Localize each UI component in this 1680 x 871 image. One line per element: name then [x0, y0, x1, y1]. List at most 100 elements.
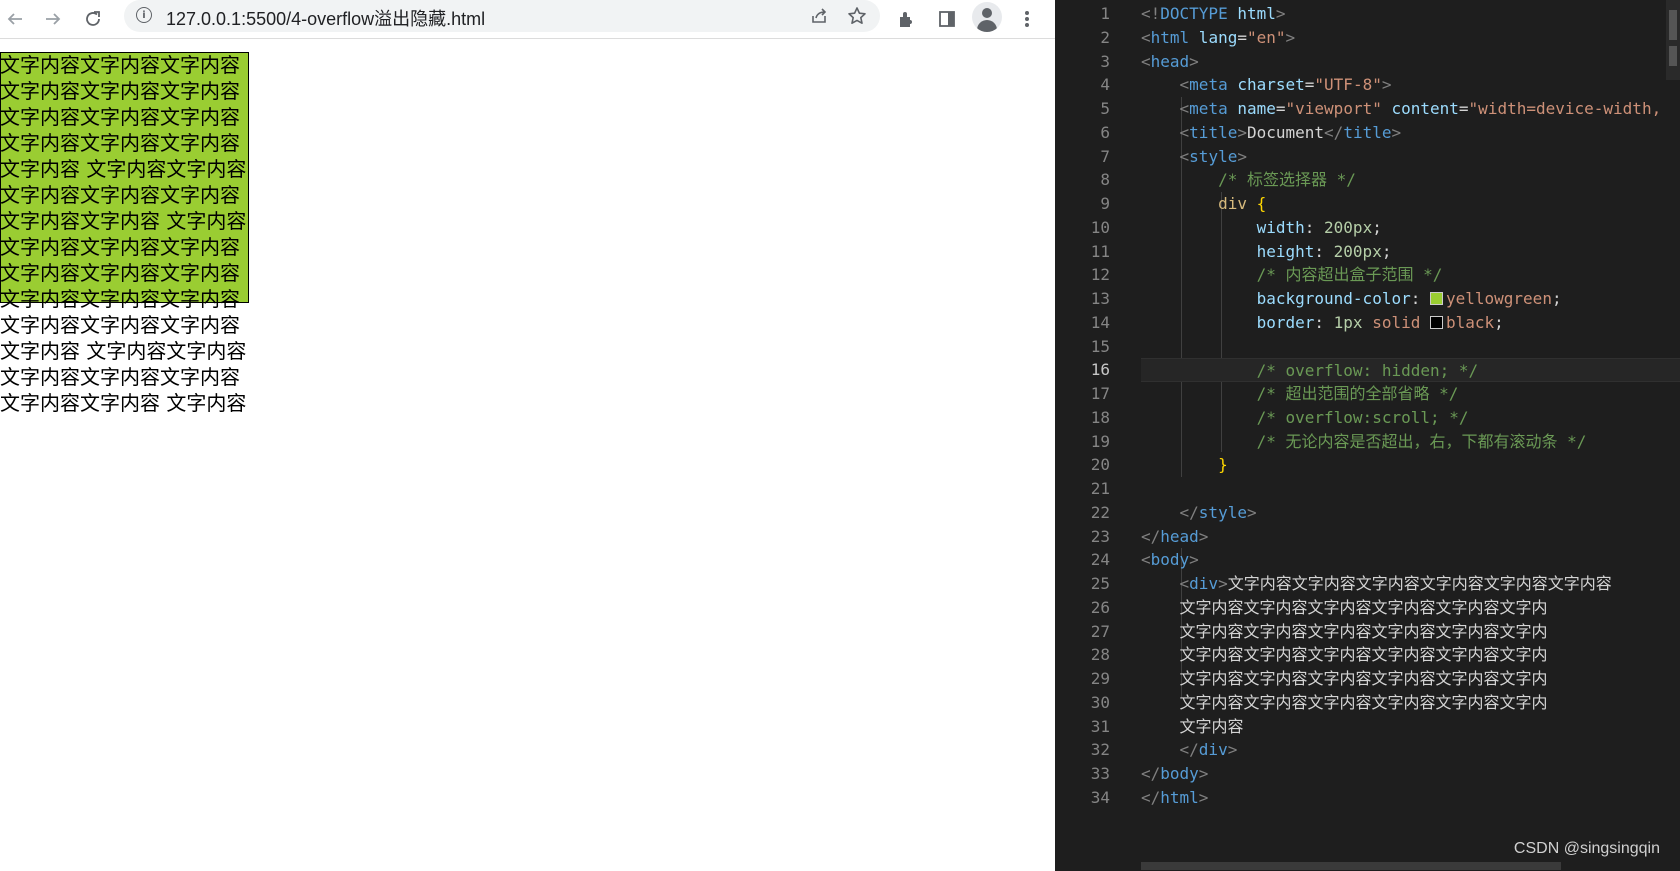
line-number: 31	[1090, 716, 1110, 736]
line-number: 11	[1090, 241, 1110, 261]
side-panel-icon[interactable]	[934, 6, 960, 32]
code-line: background-color: yellowgreen;	[1256, 289, 1562, 308]
forward-arrow-icon[interactable]	[40, 6, 66, 32]
code-line: <body>	[1141, 550, 1199, 570]
line-number: 6	[1100, 122, 1110, 142]
menu-kebab-icon[interactable]	[1014, 6, 1040, 32]
text-line: 文字内容文字内容 文字内容	[0, 209, 247, 233]
watermark: CSDN @singsingqin	[1513, 840, 1660, 857]
line-number: 33	[1090, 764, 1110, 783]
line-number: 24	[1090, 550, 1110, 570]
horizontal-scrollbar[interactable]	[1141, 862, 1561, 870]
code-editor[interactable]: 1 2 3 4 5 6 7 8 9 10 11 12 13 14 15 16 1…	[1055, 0, 1680, 871]
line-number: 10	[1090, 217, 1110, 237]
code-line: <html lang="en">	[1141, 27, 1296, 47]
code-line: <div>文字内容文字内容文字内容文字内容文字内容文字内容	[1179, 574, 1612, 593]
code-line: <meta name="viewport" content="width=dev…	[1179, 99, 1662, 118]
code-line: 文字内容文字内容文字内容文字内容文字内容文字内	[1179, 669, 1548, 688]
line-number: 5	[1100, 99, 1110, 118]
code-line: </div>	[1179, 740, 1238, 760]
browser-toolbar: i 127.0.0.1:5500/4-overflow溢出隐藏.html	[0, 0, 1055, 39]
line-number: 15	[1090, 336, 1110, 356]
code-line: 文字内容文字内容文字内容文字内容文字内容文字内	[1179, 597, 1548, 617]
line-number: 7	[1100, 146, 1110, 166]
text-line: 文字内容文字内容文字内容	[0, 313, 240, 337]
code-line: 文字内容	[1179, 716, 1244, 736]
code-line: /* overflow:scroll; */	[1256, 407, 1469, 427]
line-number: 1	[1100, 4, 1110, 23]
text-line: 文字内容文字内容文字内容	[0, 53, 240, 77]
text-line: 文字内容文字内容文字内容	[0, 131, 240, 155]
page-viewport: 文字内容文字内容文字内容 文字内容文字内容文字内容 文字内容文字内容文字内容 文…	[0, 39, 1055, 871]
code-line-active: /* overflow: hidden; */	[1141, 358, 1680, 382]
line-number: 18	[1090, 407, 1110, 427]
line-number: 3	[1100, 51, 1110, 71]
line-number: 8	[1100, 170, 1110, 190]
line-number-active: 16	[1090, 360, 1110, 380]
code-line: </style>	[1179, 502, 1257, 522]
code-line: <head>	[1141, 51, 1199, 71]
minimap[interactable]	[1666, 0, 1680, 80]
address-bar[interactable]: i 127.0.0.1:5500/4-overflow溢出隐藏.html	[124, 0, 880, 32]
line-number: 23	[1090, 526, 1110, 546]
color-swatch-icon[interactable]	[1429, 292, 1443, 305]
share-icon[interactable]	[806, 3, 832, 29]
text-line: 文字内容文字内容文字内容	[0, 365, 240, 389]
line-number: 29	[1090, 669, 1110, 688]
url-text[interactable]: 127.0.0.1:5500/4-overflow溢出隐藏.html	[166, 5, 485, 31]
line-number: 14	[1090, 312, 1110, 332]
text-line: 文字内容 文字内容文字内容	[0, 157, 247, 181]
code-line: width: 200px;	[1256, 217, 1382, 237]
code-line: height: 200px;	[1256, 241, 1392, 261]
code-line: 文字内容文字内容文字内容文字内容文字内容文字内	[1179, 692, 1548, 712]
browser-window: i 127.0.0.1:5500/4-overflow溢出隐藏.html 文字内…	[0, 0, 1055, 871]
code-line: <style>	[1179, 146, 1247, 166]
code-line: div {	[1218, 194, 1267, 213]
line-number: 30	[1090, 692, 1110, 712]
code-line: }	[1218, 455, 1228, 475]
back-arrow-icon[interactable]	[2, 6, 28, 32]
reload-icon[interactable]	[80, 6, 106, 32]
star-icon[interactable]	[844, 3, 870, 29]
text-line: 文字内容文字内容文字内容	[0, 79, 240, 103]
line-number: 9	[1100, 194, 1110, 213]
text-line: 文字内容文字内容文字内容	[0, 235, 240, 259]
profile-avatar[interactable]	[972, 2, 1002, 32]
info-icon[interactable]: i	[136, 7, 152, 23]
line-number: 27	[1090, 621, 1110, 641]
line-number: 20	[1090, 455, 1110, 475]
code-line: /* 标签选择器 */	[1218, 170, 1356, 190]
extensions-icon[interactable]	[894, 6, 920, 32]
code-line: /* 内容超出盒子范围 */	[1256, 265, 1443, 285]
text-line: 文字内容文字内容 文字内容	[0, 391, 247, 415]
code-line: /* 超出范围的全部省略 */	[1256, 384, 1459, 403]
code-line: border: 1px solid black;	[1256, 312, 1504, 332]
line-number: 21	[1090, 479, 1110, 498]
text-line: 文字内容 文字内容文字内容	[0, 339, 247, 363]
line-number-gutter: 1 2 3 4 5 6 7 8 9 10 11 12 13 14 15 16 1…	[1055, 2, 1110, 810]
line-number: 17	[1090, 384, 1110, 403]
text-line: 文字内容文字内容文字内容	[0, 261, 240, 285]
code-line: </body>	[1141, 764, 1209, 783]
overflow-demo-text: 文字内容文字内容文字内容 文字内容文字内容文字内容 文字内容文字内容文字内容 文…	[0, 52, 249, 416]
code-line: <!DOCTYPE html>	[1141, 4, 1286, 23]
text-line: 文字内容文字内容文字内容	[0, 287, 240, 311]
code-line: </html>	[1141, 787, 1209, 807]
code-line: /* 无论内容是否超出，右，下都有滚动条 */	[1256, 431, 1587, 451]
code-line: </head>	[1141, 526, 1209, 546]
code-line: <meta charset="UTF-8">	[1179, 75, 1392, 95]
code-line: <title>Document</title>	[1179, 122, 1402, 142]
line-number: 32	[1090, 740, 1110, 760]
text-line: 文字内容文字内容文字内容	[0, 183, 240, 207]
line-number: 22	[1090, 502, 1110, 522]
line-number: 25	[1090, 574, 1110, 593]
line-number: 12	[1090, 265, 1110, 285]
code-area[interactable]: <!DOCTYPE html> <html lang="en"> <head> …	[1141, 2, 1680, 810]
line-number: 28	[1090, 645, 1110, 665]
color-swatch-icon[interactable]	[1430, 315, 1443, 329]
text-line: 文字内容文字内容文字内容	[0, 105, 240, 129]
code-line: 文字内容文字内容文字内容文字内容文字内容文字内	[1179, 645, 1548, 665]
code-line: 文字内容文字内容文字内容文字内容文字内容文字内	[1179, 621, 1548, 641]
line-number: 2	[1100, 27, 1110, 47]
